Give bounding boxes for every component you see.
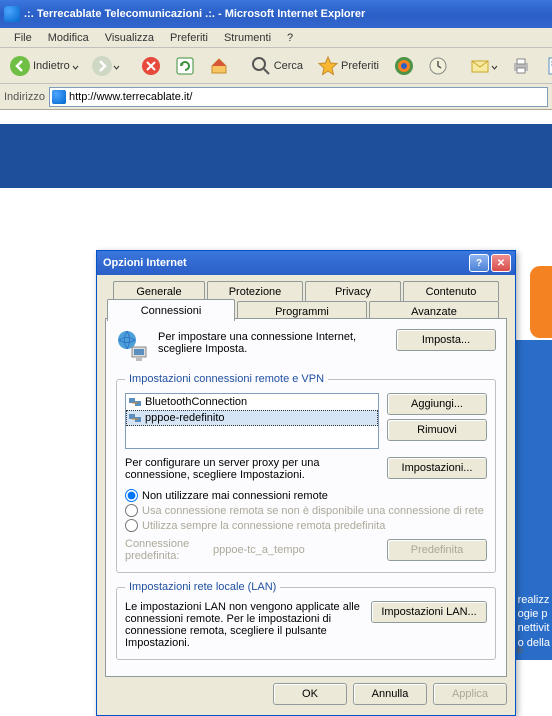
tab-content[interactable]: Contenuto	[403, 281, 499, 301]
ie-icon	[4, 6, 20, 22]
radio-never-dial[interactable]: Non utilizzare mai connessioni remote	[125, 489, 487, 502]
history-icon	[427, 55, 449, 77]
setup-text: Per impostare una connessione Internet, …	[158, 329, 388, 355]
setup-row: Per impostare una connessione Internet, …	[116, 329, 496, 363]
address-input-wrap[interactable]	[49, 87, 548, 107]
stop-icon	[140, 55, 162, 77]
help-button[interactable]: ?	[469, 254, 489, 272]
chevron-down-icon	[72, 62, 79, 69]
forward-icon	[91, 55, 113, 77]
lan-group: Impostazioni rete locale (LAN) Le impost…	[116, 581, 496, 660]
dialog-body: Generale Protezione Privacy Contenuto Co…	[97, 275, 515, 715]
dialog-title: Opzioni Internet	[101, 257, 467, 269]
chevron-down-icon	[491, 62, 498, 69]
print-icon	[510, 55, 532, 77]
window-title: .:. Terrecablate Telecomunicazioni .:. -…	[24, 8, 548, 20]
vpn-group: Impostazioni connessioni remote e VPN Bl…	[116, 373, 496, 573]
menu-help[interactable]: ?	[279, 30, 301, 46]
mail-icon	[469, 55, 491, 77]
edit-button[interactable]	[539, 52, 552, 80]
lan-text: Le impostazioni LAN non vengono applicat…	[125, 601, 363, 649]
ok-button[interactable]: OK	[273, 683, 347, 705]
forward-button[interactable]	[86, 52, 125, 80]
tab-security[interactable]: Protezione	[207, 281, 303, 301]
default-connection-row: Connessione predefinita: pppoe-tc_a_temp…	[125, 538, 487, 562]
default-label: Connessione predefinita:	[125, 538, 203, 562]
menu-bar: File Modifica Visualizza Preferiti Strum…	[0, 28, 552, 48]
refresh-button[interactable]	[169, 52, 201, 80]
menu-view[interactable]: Visualizza	[97, 30, 162, 46]
side-blue-block: realizz ogie p nettivit o della	[516, 340, 552, 660]
search-icon	[250, 55, 272, 77]
list-item[interactable]: BluetoothConnection	[126, 394, 378, 410]
address-bar: Indirizzo	[0, 84, 552, 110]
close-button[interactable]: ✕	[491, 254, 511, 272]
tab-connections[interactable]: Connessioni	[107, 299, 235, 321]
toolbar: Indietro Cerca Preferiti	[0, 48, 552, 84]
star-icon	[317, 55, 339, 77]
refresh-icon	[174, 55, 196, 77]
connection-icon	[128, 411, 142, 425]
add-button[interactable]: Aggiungi...	[387, 393, 487, 415]
radio-always-dial[interactable]: Utilizza sempre la connessione remota pr…	[125, 519, 487, 532]
menu-favorites[interactable]: Preferiti	[162, 30, 216, 46]
cancel-button[interactable]: Annulla	[353, 683, 427, 705]
menu-file[interactable]: File	[6, 30, 40, 46]
lan-legend: Impostazioni rete locale (LAN)	[125, 581, 280, 593]
dial-radios: Non utilizzare mai connessioni remote Us…	[125, 489, 487, 532]
back-icon	[9, 55, 31, 77]
edit-icon	[544, 55, 552, 77]
dialog-titlebar[interactable]: Opzioni Internet ? ✕	[97, 251, 515, 275]
window-titlebar: .:. Terrecablate Telecomunicazioni .:. -…	[0, 0, 552, 28]
media-button[interactable]	[388, 52, 420, 80]
home-button[interactable]	[203, 52, 235, 80]
stop-button[interactable]	[135, 52, 167, 80]
list-item[interactable]: pppoe-redefinito	[126, 410, 378, 426]
remove-button[interactable]: Rimuovi	[387, 419, 487, 441]
tab-panel-connections: Per impostare una connessione Internet, …	[105, 318, 507, 677]
connection-icon	[128, 395, 142, 409]
vpn-legend: Impostazioni connessioni remote e VPN	[125, 373, 328, 385]
history-button[interactable]	[422, 52, 454, 80]
lan-settings-button[interactable]: Impostazioni LAN...	[371, 601, 487, 623]
chevron-down-icon	[113, 62, 120, 69]
print-button[interactable]	[505, 52, 537, 80]
search-button[interactable]: Cerca	[245, 52, 310, 80]
home-icon	[208, 55, 230, 77]
tab-privacy[interactable]: Privacy	[305, 281, 401, 301]
mail-button[interactable]	[464, 52, 503, 80]
address-label: Indirizzo	[4, 91, 45, 103]
menu-edit[interactable]: Modifica	[40, 30, 97, 46]
default-value: pppoe-tc_a_tempo	[213, 544, 377, 556]
favorites-button[interactable]: Preferiti	[312, 52, 386, 80]
globe-computer-icon	[116, 329, 150, 363]
setup-button[interactable]: Imposta...	[396, 329, 496, 351]
settings-button[interactable]: Impostazioni...	[387, 457, 487, 479]
menu-tools[interactable]: Strumenti	[216, 30, 279, 46]
dialog-actions: OK Annulla Applica	[105, 677, 507, 707]
page-header-band	[0, 124, 552, 188]
address-input[interactable]	[69, 91, 545, 103]
media-icon	[393, 55, 415, 77]
connection-list[interactable]: BluetoothConnection pppoe-redefinito	[125, 393, 379, 449]
set-default-button: Predefinita	[387, 539, 487, 561]
side-orange-tab[interactable]	[530, 266, 552, 338]
internet-options-dialog: Opzioni Internet ? ✕ Generale Protezione…	[96, 250, 516, 716]
proxy-text: Per configurare un server proxy per una …	[125, 457, 379, 481]
back-button[interactable]: Indietro	[4, 52, 84, 80]
apply-button: Applica	[433, 683, 507, 705]
tab-strip: Generale Protezione Privacy Contenuto Co…	[105, 281, 507, 319]
ie-icon	[52, 90, 66, 104]
tab-general[interactable]: Generale	[113, 281, 205, 301]
radio-dial-if-no-net[interactable]: Usa connessione remota se non è disponib…	[125, 504, 487, 517]
page-content: realizz ogie p nettivit o della Numero V…	[0, 110, 552, 672]
